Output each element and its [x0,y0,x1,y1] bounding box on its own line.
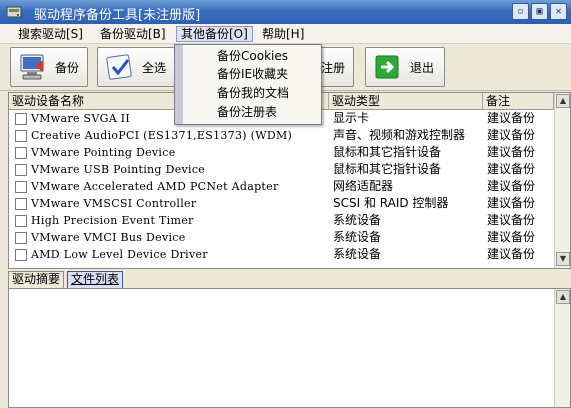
table-row[interactable]: VMware USB Pointing Device 鼠标和其它指针设备 建议备份 [9,161,554,178]
note-cell: 建议备份 [487,247,536,261]
exit-arrow-icon [372,52,404,82]
register-label: 注册 [320,60,345,75]
driver-type-cell: 系统设备 [333,230,382,244]
row-checkbox[interactable] [15,130,27,142]
device-name-cell: High Precision Event Timer [31,214,194,227]
minimize-button[interactable]: ▫ [512,3,529,20]
note-cell: 建议备份 [487,230,536,244]
driver-type-cell: 鼠标和其它指针设备 [333,162,442,176]
row-checkbox[interactable] [15,113,27,125]
menu-item-backup-registry[interactable]: 备份注册表 [217,103,277,121]
row-checkbox[interactable] [15,181,27,193]
table-row[interactable]: High Precision Event Timer 系统设备 建议备份 [9,212,554,229]
device-name-cell: VMware Accelerated AMD PCNet Adapter [31,180,279,193]
backup-label: 备份 [55,60,80,75]
row-checkbox[interactable] [15,215,27,227]
other-backup-dropdown: 备份Cookies 备份IE收藏夹 备份我的文档 备份注册表 [174,44,322,125]
table-scrollbar[interactable]: ▲ ▼ [554,93,570,268]
menu-item-backup-cookies[interactable]: 备份Cookies [217,47,288,65]
table-row[interactable]: VMware Pointing Device 鼠标和其它指针设备 建议备份 [9,144,554,161]
select-all-label: 全选 [142,60,167,75]
device-name-cell: AMD Low Level Device Driver [31,248,208,261]
table-row[interactable]: VMware VMSCSI Controller SCSI 和 RAID 控制器 建… [9,195,554,212]
computer-backup-icon [17,52,49,82]
menu-bar: 搜索驱动[S] 备份驱动[B] 其他备份[O] 帮助[H] [0,24,571,44]
row-checkbox[interactable] [15,164,27,176]
note-cell: 建议备份 [487,213,536,227]
panel-scrollbar[interactable]: ▲ [554,289,570,407]
title-bar: 驱动程序备份工具[未注册版] ▫ ▣ ✕ [0,0,571,24]
note-cell: 建议备份 [487,145,536,159]
tab-file-list[interactable]: 文件列表 [67,271,124,288]
driver-type-cell: 显示卡 [333,111,370,125]
exit-button[interactable]: 退出 [365,47,445,87]
note-cell: 建议备份 [487,196,536,210]
window-title: 驱动程序备份工具[未注册版] [34,8,201,23]
tab-driver-summary[interactable]: 驱动摘要 [8,271,65,288]
menu-item-backup-ie-favorites[interactable]: 备份IE收藏夹 [217,65,288,83]
menu-help[interactable]: 帮助[H] [258,26,308,42]
menu-backup-drivers[interactable]: 备份驱动[B] [96,26,170,42]
menu-item-backup-documents[interactable]: 备份我的文档 [217,84,289,102]
table-row[interactable]: Creative AudioPCI (ES1371,ES1373) (WDM) 声… [9,127,554,144]
menu-other-backup[interactable]: 其他备份[O] [176,26,253,42]
note-cell: 建议备份 [487,179,536,193]
note-cell: 建议备份 [487,111,536,125]
backup-button[interactable]: 备份 [10,47,88,87]
row-checkbox[interactable] [15,232,27,244]
driver-type-cell: SCSI 和 RAID 控制器 [333,196,449,210]
scroll-up-button[interactable]: ▲ [556,94,570,108]
table-row[interactable]: VMware Accelerated AMD PCNet Adapter 网络适配… [9,178,554,195]
driver-type-cell: 系统设备 [333,213,382,227]
device-name-cell: Creative AudioPCI (ES1371,ES1373) (WDM) [31,129,293,142]
device-name-cell: VMware VMCI Bus Device [31,231,186,244]
panel-scroll-up-button[interactable]: ▲ [556,290,570,304]
driver-type-cell: 网络适配器 [333,179,394,193]
note-cell: 建议备份 [487,128,536,142]
row-checkbox[interactable] [15,147,27,159]
table-row[interactable]: VMware VMCI Bus Device 系统设备 建议备份 [9,229,554,246]
restore-button[interactable]: ▣ [531,3,548,20]
disk-icon [6,4,22,20]
row-checkbox[interactable] [15,249,27,261]
exit-label: 退出 [410,60,435,75]
detail-panel: ▲ [8,288,571,408]
menu-search-drivers[interactable]: 搜索驱动[S] [14,26,87,42]
header-note[interactable]: 备注 [483,93,554,110]
device-name-cell: VMware USB Pointing Device [31,163,206,176]
table-row[interactable]: AMD Low Level Device Driver 系统设备 建议备份 [9,246,554,263]
device-name-cell: VMware VMSCSI Controller [31,197,197,210]
header-driver-type[interactable]: 驱动类型 [329,93,483,110]
checkmark-icon [104,52,136,82]
driver-type-cell: 鼠标和其它指针设备 [333,145,442,159]
note-cell: 建议备份 [487,162,536,176]
driver-type-cell: 系统设备 [333,247,382,261]
select-all-button[interactable]: 全选 [97,47,175,87]
scroll-down-button[interactable]: ▼ [556,252,570,266]
driver-type-cell: 声音、视频和游戏控制器 [333,128,466,142]
row-checkbox[interactable] [15,198,27,210]
close-button[interactable]: ✕ [550,3,567,20]
device-name-cell: VMware Pointing Device [31,146,176,159]
